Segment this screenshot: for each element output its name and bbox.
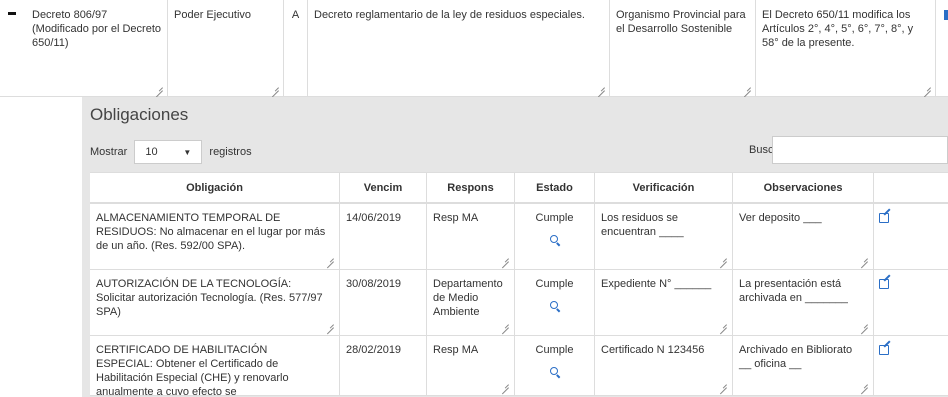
decree-type: A: [284, 0, 308, 97]
actions-cell: [874, 270, 948, 335]
obligations-panel: Obligaciones Mostrar 10 ▼ registros Busc…: [82, 97, 948, 397]
observations-text: La presentación está archivada en ______…: [739, 278, 848, 304]
due-date: 28/02/2019: [340, 336, 427, 395]
column-header-responsible[interactable]: Respons: [427, 173, 515, 204]
decree-authority-field[interactable]: Poder Ejecutivo: [168, 0, 284, 97]
observations-field[interactable]: Archivado en Bibliorato __ oficina __: [733, 336, 874, 395]
edit-icon[interactable]: [944, 10, 948, 20]
resize-handle-icon[interactable]: [719, 254, 727, 262]
decree-authority: Poder Ejecutivo: [174, 9, 252, 21]
obligation-text: ALMACENAMIENTO TEMPORAL DE RESIDUOS: No …: [96, 212, 326, 252]
verification-field[interactable]: Expediente N° ______: [595, 270, 733, 335]
resize-handle-icon[interactable]: [326, 254, 334, 262]
search-input[interactable]: [772, 136, 948, 164]
observations-text: Ver deposito ___: [739, 212, 822, 224]
verification-text: Expediente N° ______: [601, 278, 712, 290]
responsible-field[interactable]: Departamento de Medio Ambiente: [427, 270, 515, 335]
status-cell: Cumple: [515, 336, 595, 395]
obligation-field[interactable]: ALMACENAMIENTO TEMPORAL DE RESIDUOS: No …: [90, 204, 340, 269]
responsible-text: Resp MA: [433, 344, 479, 356]
decree-name: Decreto 806/97 (Modificado por el Decret…: [32, 9, 162, 49]
page-size-select[interactable]: 10 ▼: [134, 140, 203, 164]
verification-field[interactable]: Certificado N 123456: [595, 336, 733, 395]
collapse-icon[interactable]: [8, 12, 16, 15]
verification-text: Los residuos se encuentran ____: [601, 212, 684, 238]
actions-cell: [874, 204, 948, 269]
show-label: Mostrar: [90, 146, 128, 158]
edit-icon[interactable]: [879, 279, 889, 289]
status-text: Cumple: [535, 278, 574, 290]
observations-field[interactable]: La presentación está archivada en ______…: [733, 270, 874, 335]
resize-handle-icon[interactable]: [860, 320, 868, 328]
decree-note: El Decreto 650/11 modifica los Artículos…: [762, 9, 914, 49]
resize-handle-icon[interactable]: [271, 83, 279, 91]
responsible-text: Departamento de Medio Ambiente: [433, 278, 503, 318]
decree-note-field[interactable]: El Decreto 650/11 modifica los Artículos…: [756, 0, 936, 97]
column-header-observations[interactable]: Observaciones: [733, 173, 874, 204]
status-cell: Cumple: [515, 270, 595, 335]
status-cell: Cumple: [515, 204, 595, 269]
column-header-due[interactable]: Vencim: [340, 173, 427, 204]
verification-field[interactable]: Los residuos se encuentran ____: [595, 204, 733, 269]
edit-icon[interactable]: [879, 345, 889, 355]
resize-handle-icon[interactable]: [501, 254, 509, 262]
search-icon[interactable]: [549, 367, 560, 377]
decree-organism: Organismo Provincial para el Desarrollo …: [616, 9, 746, 35]
obligation-field[interactable]: AUTORIZACIÓN DE LA TECNOLOGÍA: Solicitar…: [90, 270, 340, 335]
resize-handle-icon[interactable]: [860, 254, 868, 262]
search-icon[interactable]: [549, 235, 560, 245]
decree-description-field[interactable]: Decreto reglamentario de la ley de resid…: [308, 0, 610, 97]
table-row: ALMACENAMIENTO TEMPORAL DE RESIDUOS: No …: [90, 204, 948, 270]
resize-handle-icon[interactable]: [501, 320, 509, 328]
decree-row: Decreto 806/97 (Modificado por el Decret…: [0, 0, 948, 97]
resize-handle-icon[interactable]: [719, 320, 727, 328]
page-size-control: Mostrar 10 ▼ registros: [90, 140, 252, 164]
table-header: Obligación Vencim Respons Estado Verific…: [90, 173, 948, 204]
obligation-text: AUTORIZACIÓN DE LA TECNOLOGÍA: Solicitar…: [96, 278, 323, 318]
resize-handle-icon[interactable]: [501, 380, 509, 388]
resize-handle-icon[interactable]: [743, 83, 751, 91]
resize-handle-icon[interactable]: [923, 83, 931, 91]
status-text: Cumple: [535, 344, 574, 356]
decree-description: Decreto reglamentario de la ley de resid…: [314, 9, 585, 21]
obligation-text: CERTIFICADO DE HABILITACIÓN ESPECIAL: Ob…: [96, 344, 289, 395]
resize-handle-icon[interactable]: [597, 83, 605, 91]
responsible-field[interactable]: Resp MA: [427, 204, 515, 269]
column-header-status[interactable]: Estado: [515, 173, 595, 204]
decree-type-label: A: [291, 9, 300, 21]
column-header-actions: [874, 173, 948, 204]
responsible-field[interactable]: Resp MA: [427, 336, 515, 395]
resize-handle-icon[interactable]: [326, 320, 334, 328]
obligation-field[interactable]: CERTIFICADO DE HABILITACIÓN ESPECIAL: Ob…: [90, 336, 340, 395]
status-text: Cumple: [535, 212, 574, 224]
page-size-value: 10: [145, 146, 158, 158]
search-icon[interactable]: [549, 301, 560, 311]
column-header-verification[interactable]: Verificación: [595, 173, 733, 204]
chevron-down-icon: ▼: [183, 148, 192, 157]
edit-icon[interactable]: [879, 213, 889, 223]
verification-text: Certificado N 123456: [601, 344, 705, 356]
decree-name-field[interactable]: Decreto 806/97 (Modificado por el Decret…: [26, 0, 168, 97]
due-date: 14/06/2019: [340, 204, 427, 269]
decree-organism-field[interactable]: Organismo Provincial para el Desarrollo …: [610, 0, 756, 97]
records-label: registros: [209, 146, 252, 158]
due-date: 30/08/2019: [340, 270, 427, 335]
obligations-title: Obligaciones: [90, 105, 189, 124]
resize-handle-icon[interactable]: [860, 380, 868, 388]
observations-text: Archivado en Bibliorato __ oficina __: [739, 344, 853, 370]
column-header-obligation[interactable]: Obligación: [90, 173, 340, 204]
obligations-table: Obligación Vencim Respons Estado Verific…: [90, 172, 948, 396]
table-row: CERTIFICADO DE HABILITACIÓN ESPECIAL: Ob…: [90, 336, 948, 396]
resize-handle-icon[interactable]: [155, 83, 163, 91]
table-row: AUTORIZACIÓN DE LA TECNOLOGÍA: Solicitar…: [90, 270, 948, 336]
observations-field[interactable]: Ver deposito ___: [733, 204, 874, 269]
resize-handle-icon[interactable]: [719, 380, 727, 388]
actions-cell: [874, 336, 948, 395]
responsible-text: Resp MA: [433, 212, 479, 224]
